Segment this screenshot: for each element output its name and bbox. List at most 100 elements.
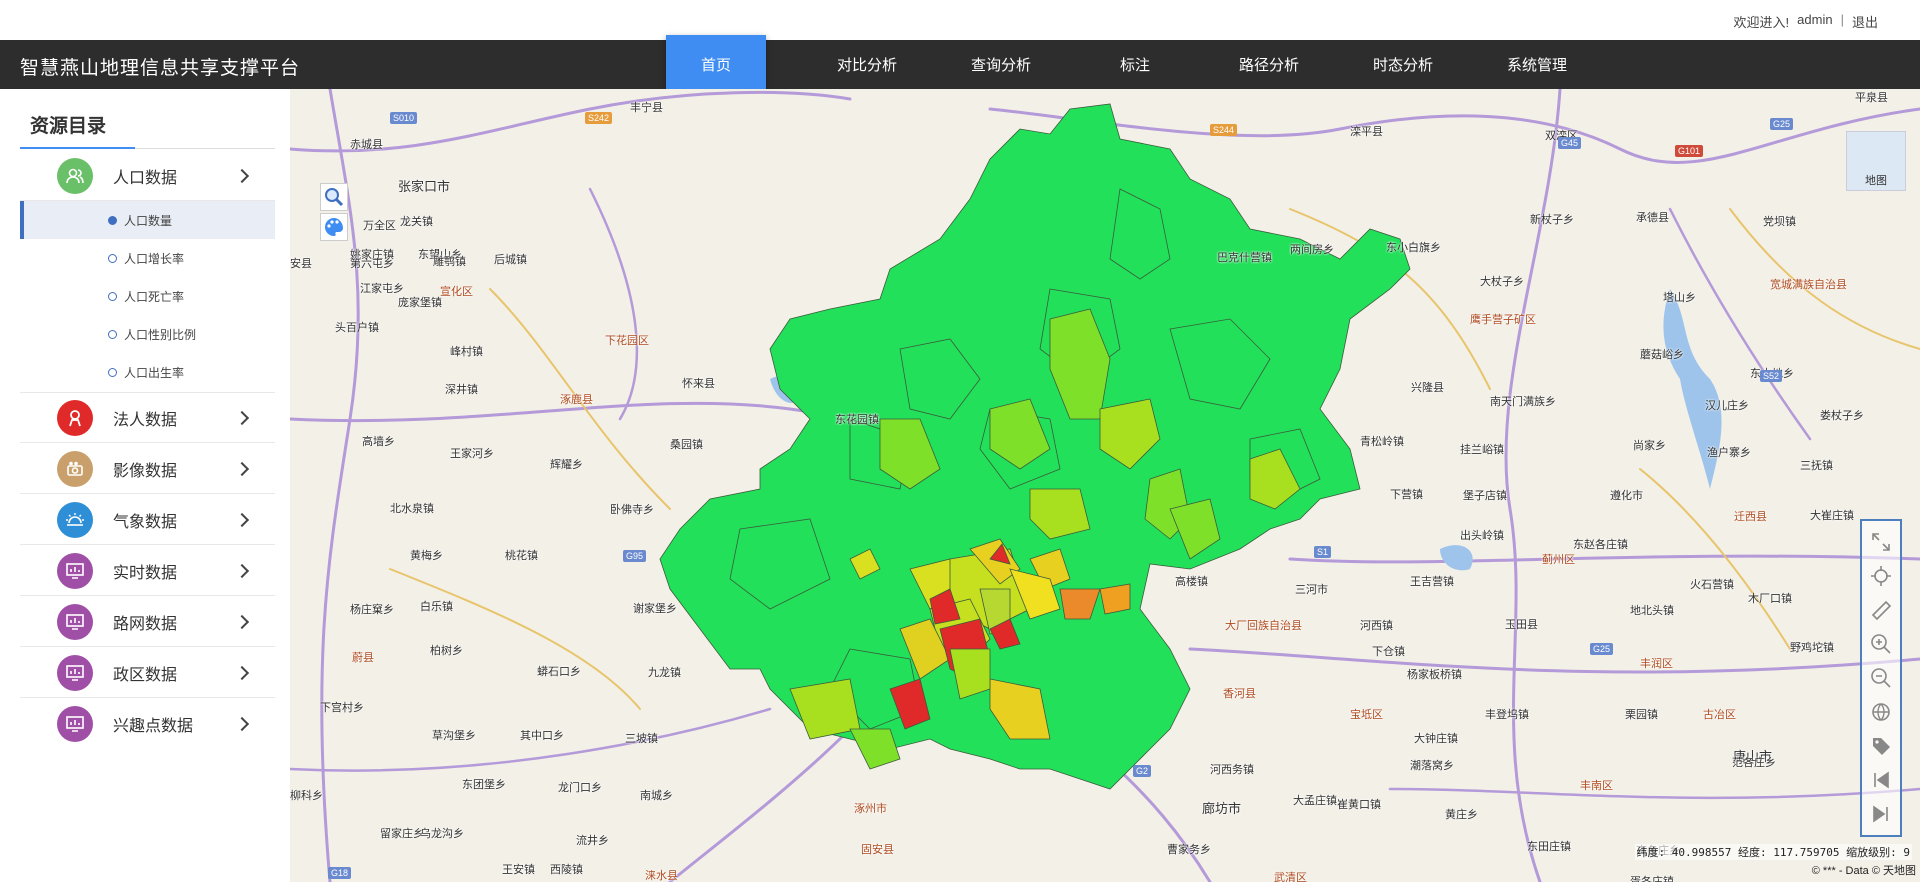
map-place-label: 江家屯乡 xyxy=(360,283,404,295)
subitem-label: 人口数量 xyxy=(124,213,173,228)
map-place-label: 廊坊市 xyxy=(1202,801,1242,816)
category-weather[interactable]: 气象数据 xyxy=(20,495,275,545)
map-place-label: 丰润区 xyxy=(1640,658,1673,670)
map-place-label: 潮落窝乡 xyxy=(1410,760,1454,772)
road-shield-label: G25 xyxy=(1590,643,1614,655)
map-place-label: 兴隆县 xyxy=(1411,382,1444,394)
globe-button[interactable] xyxy=(1868,699,1894,725)
map-place-label: 安县 xyxy=(290,258,312,270)
map-place-label: 野鸡坨镇 xyxy=(1790,642,1834,654)
road-shield-label: G18 xyxy=(328,867,352,879)
subitem-label: 人口性别比例 xyxy=(124,327,197,342)
map-place-label: 白乐镇 xyxy=(420,601,453,613)
map-style-button[interactable] xyxy=(320,213,348,241)
map-place-label: 党坝镇 xyxy=(1763,216,1796,228)
nav-annotation[interactable]: 标注 xyxy=(1068,40,1202,89)
locate-button[interactable] xyxy=(1868,563,1894,589)
category-population[interactable]: 人口数据 xyxy=(20,151,275,201)
map-place-label: 三河市 xyxy=(1295,584,1328,596)
road-shield-label: S010 xyxy=(390,112,418,124)
map-place-label: 三抚镇 xyxy=(1800,460,1833,472)
resource-sidebar: 资源目录 人口数据 人口数量 人口增长率 人口死亡率 人口性别比例 人口出生率 … xyxy=(0,89,290,882)
nav-temporal-analysis[interactable]: 时态分析 xyxy=(1336,40,1470,89)
skip-back-icon xyxy=(1874,771,1889,789)
nav-home[interactable]: 首页 xyxy=(666,35,766,94)
map-place-label: 河西务镇 xyxy=(1210,764,1254,776)
zoom-out-icon xyxy=(1871,668,1891,688)
map-place-label: 庞家堡镇 xyxy=(398,297,442,309)
map-attribution: © *** - Data © 天地图 xyxy=(1811,865,1916,877)
nav-compare-analysis[interactable]: 对比分析 xyxy=(800,40,934,89)
map-place-label: 古冶区 xyxy=(1703,709,1736,721)
map-place-label: 范各庄乡 xyxy=(1732,757,1776,769)
map-place-label: 深井镇 xyxy=(445,384,478,396)
category-label: 法人数据 xyxy=(113,411,178,429)
previous-view-button[interactable] xyxy=(1868,767,1894,793)
map-place-label: 张家口市 xyxy=(398,179,451,194)
subitem-birth-rate[interactable]: 人口出生率 xyxy=(20,353,275,391)
monitor-chart-icon xyxy=(57,654,93,691)
category-road-network[interactable]: 路网数据 xyxy=(20,597,275,647)
beijing-choropleth xyxy=(659,103,1411,790)
map-place-label: 栗园镇 xyxy=(1625,709,1658,721)
map-place-label: 卧佛寺乡 xyxy=(610,504,654,516)
nav-query-analysis[interactable]: 查询分析 xyxy=(934,40,1068,89)
tag-button[interactable] xyxy=(1868,733,1894,759)
map-place-label: 武清区 xyxy=(1274,872,1307,882)
magnifier-icon xyxy=(325,188,344,207)
subitem-growth-rate[interactable]: 人口增长率 xyxy=(20,239,275,277)
logout-link[interactable]: 退出 xyxy=(1852,12,1878,31)
category-label: 实时数据 xyxy=(113,564,178,582)
map-place-label: 宽城满族自治县 xyxy=(1770,279,1847,291)
subitem-population-count[interactable]: 人口数量 xyxy=(20,201,275,239)
map-place-label: 涿鹿县 xyxy=(560,394,593,406)
zoom-in-button[interactable] xyxy=(1868,631,1894,657)
zoom-in-icon xyxy=(1871,634,1891,654)
subitem-label: 人口增长率 xyxy=(124,251,185,266)
road-shield-label: S242 xyxy=(585,112,613,124)
highway-road xyxy=(1388,787,1920,800)
map-place-label: 堡子店镇 xyxy=(1463,490,1507,502)
category-poi[interactable]: 兴趣点数据 xyxy=(20,699,275,749)
map-place-label: 下宫村乡 xyxy=(320,702,364,714)
map-place-label: 曹家务乡 xyxy=(1167,844,1211,856)
map-search-button[interactable] xyxy=(320,183,348,211)
category-admin-division[interactable]: 政区数据 xyxy=(20,648,275,698)
map-place-label: 东花园镇 xyxy=(835,414,879,426)
fullscreen-button[interactable] xyxy=(1868,529,1894,555)
map-place-label: 黄梅乡 xyxy=(410,550,443,562)
reservoir-water xyxy=(1440,545,1473,571)
map-place-label: 三坡镇 xyxy=(625,733,658,745)
subitem-death-rate[interactable]: 人口死亡率 xyxy=(20,277,275,315)
category-realtime[interactable]: 实时数据 xyxy=(20,546,275,596)
map-place-label: 赤城县 xyxy=(350,139,383,151)
chevron-right-icon xyxy=(234,614,250,629)
road-shield-label: G95 xyxy=(623,550,647,562)
map-place-label: 河西镇 xyxy=(1360,620,1393,632)
bullet-icon xyxy=(108,329,117,339)
map-place-label: 大崔庄镇 xyxy=(1810,510,1854,522)
camera-icon xyxy=(57,450,93,487)
username[interactable]: admin xyxy=(1797,12,1832,31)
measure-button[interactable] xyxy=(1868,597,1894,623)
map-toolbar xyxy=(1860,519,1902,837)
map-place-label: 木厂口镇 xyxy=(1748,593,1792,605)
category-label: 影像数据 xyxy=(113,462,178,480)
category-legal-entity[interactable]: 法人数据 xyxy=(20,393,275,443)
map-type-switch[interactable]: 地图 xyxy=(1846,131,1906,191)
nav-system-management[interactable]: 系统管理 xyxy=(1470,40,1604,89)
subitem-sex-ratio[interactable]: 人口性别比例 xyxy=(20,315,275,353)
globe-icon xyxy=(1872,703,1890,721)
map-view[interactable]: 张家口市 赤城县 丰宁县 滦平县 双滦区 平泉县 万全区 姚家庄镇 东望山乡 龙关镇 雕鹗镇 后城镇巴… xyxy=(290,89,1920,882)
map-place-label: 后城镇 xyxy=(494,254,527,266)
category-label: 政区数据 xyxy=(113,666,178,684)
map-place-label: 鹰手营子矿区 xyxy=(1470,314,1536,326)
next-view-button[interactable] xyxy=(1868,801,1894,827)
nav-route-analysis[interactable]: 路径分析 xyxy=(1202,40,1336,89)
chevron-right-icon xyxy=(234,410,250,425)
map-place-label: 汉儿庄乡 xyxy=(1705,400,1749,412)
zoom-out-button[interactable] xyxy=(1868,665,1894,691)
map-place-label: 辉耀乡 xyxy=(550,459,583,471)
map-place-label: 塔山乡 xyxy=(1663,292,1696,304)
category-imagery[interactable]: 影像数据 xyxy=(20,444,275,494)
